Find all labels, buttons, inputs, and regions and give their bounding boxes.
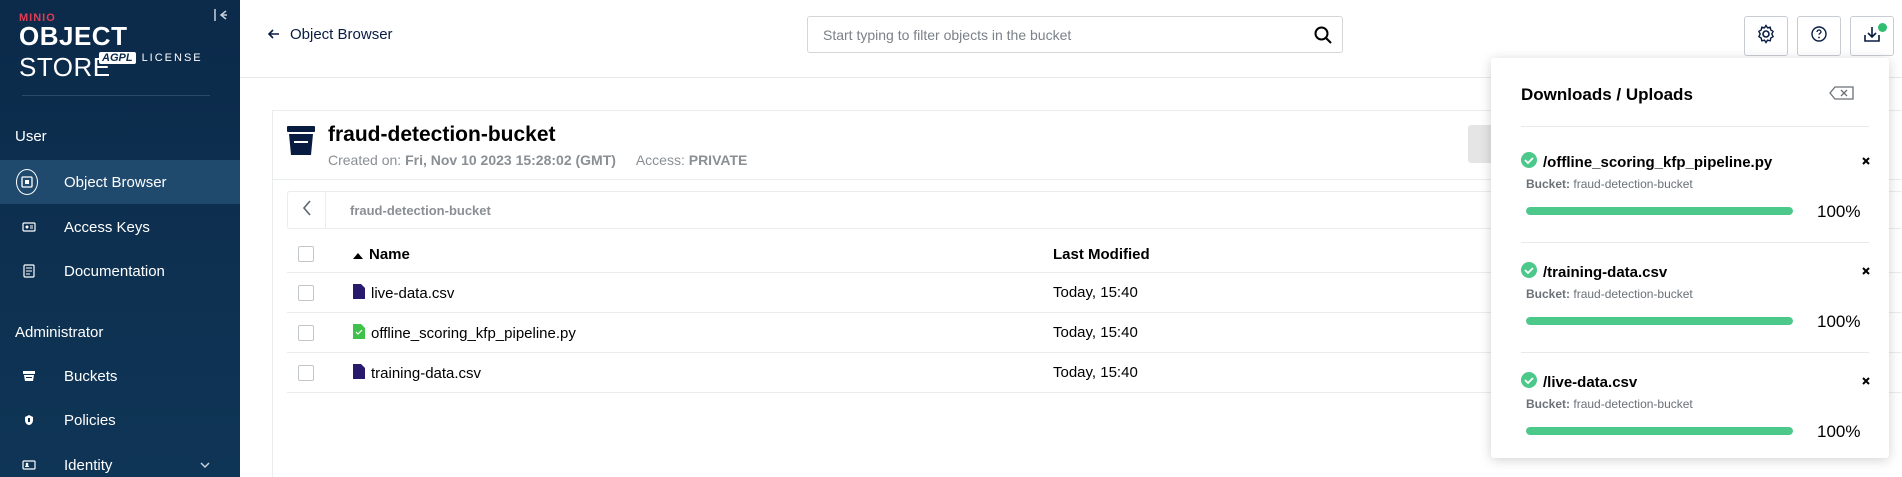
progress-label: 100% [1817,312,1861,331]
sort-ascending-icon [353,246,363,263]
check-circle-icon [1521,372,1537,392]
agpl-badge: AGPL [99,52,136,64]
file-modified: Today, 15:40 [1053,324,1138,341]
sidebar-item-label: Access Keys [64,218,150,236]
panel-divider [1521,352,1869,353]
sidebar-item-buckets[interactable]: Buckets [0,354,240,398]
panel-divider [1521,242,1869,243]
progress-bar [1526,427,1793,435]
section-user: User [15,128,47,145]
back-link-label: Object Browser [290,26,393,43]
progress-fill [1526,207,1793,215]
license-label: AGPL LICENSE [99,52,203,64]
check-circle-icon [1521,152,1537,172]
row-checkbox[interactable] [298,285,314,301]
access-keys-icon [20,218,38,236]
downloads-button[interactable] [1850,16,1894,56]
transfer-name: /live-data.csv [1543,373,1638,391]
bucket-icon [286,125,316,162]
documentation-icon [20,262,38,280]
breadcrumb-back-button[interactable] [288,192,326,228]
transfer-name: /offline_scoring_kfp_pipeline.py [1543,153,1773,171]
sidebar-item-label: Identity [64,456,113,474]
close-icon[interactable] [1859,154,1873,168]
breadcrumb-bucket[interactable]: fraud-detection-bucket [350,203,491,218]
back-to-object-browser-link[interactable]: Object Browser [267,26,393,43]
file-icon [353,284,365,303]
buckets-icon [20,367,38,385]
column-header-name[interactable]: Name [353,246,410,263]
collapse-sidebar-icon[interactable] [213,8,229,24]
panel-divider [1521,126,1869,127]
row-checkbox[interactable] [298,365,314,381]
sidebar-item-object-browser[interactable]: Object Browser [0,160,240,204]
close-icon[interactable] [1859,264,1873,278]
settings-button[interactable] [1744,16,1788,56]
chevron-left-icon [302,199,312,221]
bucket-meta: Created on: Fri, Nov 10 2023 15:28:02 (G… [328,152,748,168]
row-checkbox[interactable] [298,325,314,341]
bucket-title: fraud-detection-bucket [328,123,556,146]
sidebar-divider [22,95,210,96]
progress-bar [1526,207,1793,215]
search-input[interactable] [808,17,1342,52]
file-name: live-data.csv [371,285,455,302]
transfer-name: /training-data.csv [1543,263,1668,281]
sidebar-item-label: Policies [64,411,116,429]
transfer-bucket: Bucket: fraud-detection-bucket [1526,177,1693,191]
transfer-item: /training-data.csv Bucket: fraud-detecti… [1521,262,1873,372]
file-name: training-data.csv [371,365,482,382]
sidebar-item-label: Buckets [64,367,118,385]
progress-fill [1526,317,1793,325]
clear-all-icon[interactable] [1829,86,1855,105]
progress-bar [1526,317,1793,325]
search-icon[interactable] [1314,26,1332,49]
sidebar-item-label: Object Browser [64,173,167,191]
progress-label: 100% [1817,422,1861,441]
file-modified: Today, 15:40 [1053,364,1138,381]
file-modified: Today, 15:40 [1053,284,1138,301]
transfer-item: /offline_scoring_kfp_pipeline.py Bucket:… [1521,152,1873,262]
select-all-checkbox[interactable] [298,246,314,262]
sidebar-item-access-keys[interactable]: Access Keys [0,205,240,249]
policies-icon [20,411,38,429]
downloads-uploads-panel: Downloads / Uploads /offline_scoring_kfp… [1491,58,1889,458]
object-search [807,16,1343,53]
minio-logo: MINIO OBJECT STORE AGPL LICENSE [19,12,219,83]
sidebar: MINIO OBJECT STORE AGPL LICENSE User Obj… [0,0,240,477]
file-name: offline_scoring_kfp_pipeline.py [371,325,576,342]
help-icon [1810,25,1828,48]
object-browser-icon [16,169,38,195]
python-file-icon [353,324,365,343]
transfer-item: /live-data.csv Bucket: fraud-detection-b… [1521,372,1873,477]
sidebar-item-identity[interactable]: Identity [0,443,240,477]
check-circle-icon [1521,262,1537,282]
gear-icon [1756,23,1776,49]
created-date: Fri, Nov 10 2023 15:28:02 (GMT) [405,152,616,168]
column-header-last-modified[interactable]: Last Modified [1053,246,1150,263]
chevron-down-icon[interactable] [200,459,210,471]
notification-dot [1878,23,1887,32]
identity-icon [20,456,38,474]
transfer-bucket: Bucket: fraud-detection-bucket [1526,397,1693,411]
progress-label: 100% [1817,202,1861,221]
access-value: PRIVATE [688,152,748,168]
close-icon[interactable] [1859,374,1873,388]
downloads-panel-title: Downloads / Uploads [1521,85,1693,104]
sidebar-item-policies[interactable]: Policies [0,398,240,442]
sidebar-item-label: Documentation [64,262,165,280]
progress-fill [1526,427,1793,435]
help-button[interactable] [1797,16,1841,56]
file-icon [353,364,365,383]
section-administrator: Administrator [15,324,104,341]
arrow-left-icon [267,26,280,43]
transfer-bucket: Bucket: fraud-detection-bucket [1526,287,1693,301]
sidebar-item-documentation[interactable]: Documentation [0,249,240,293]
